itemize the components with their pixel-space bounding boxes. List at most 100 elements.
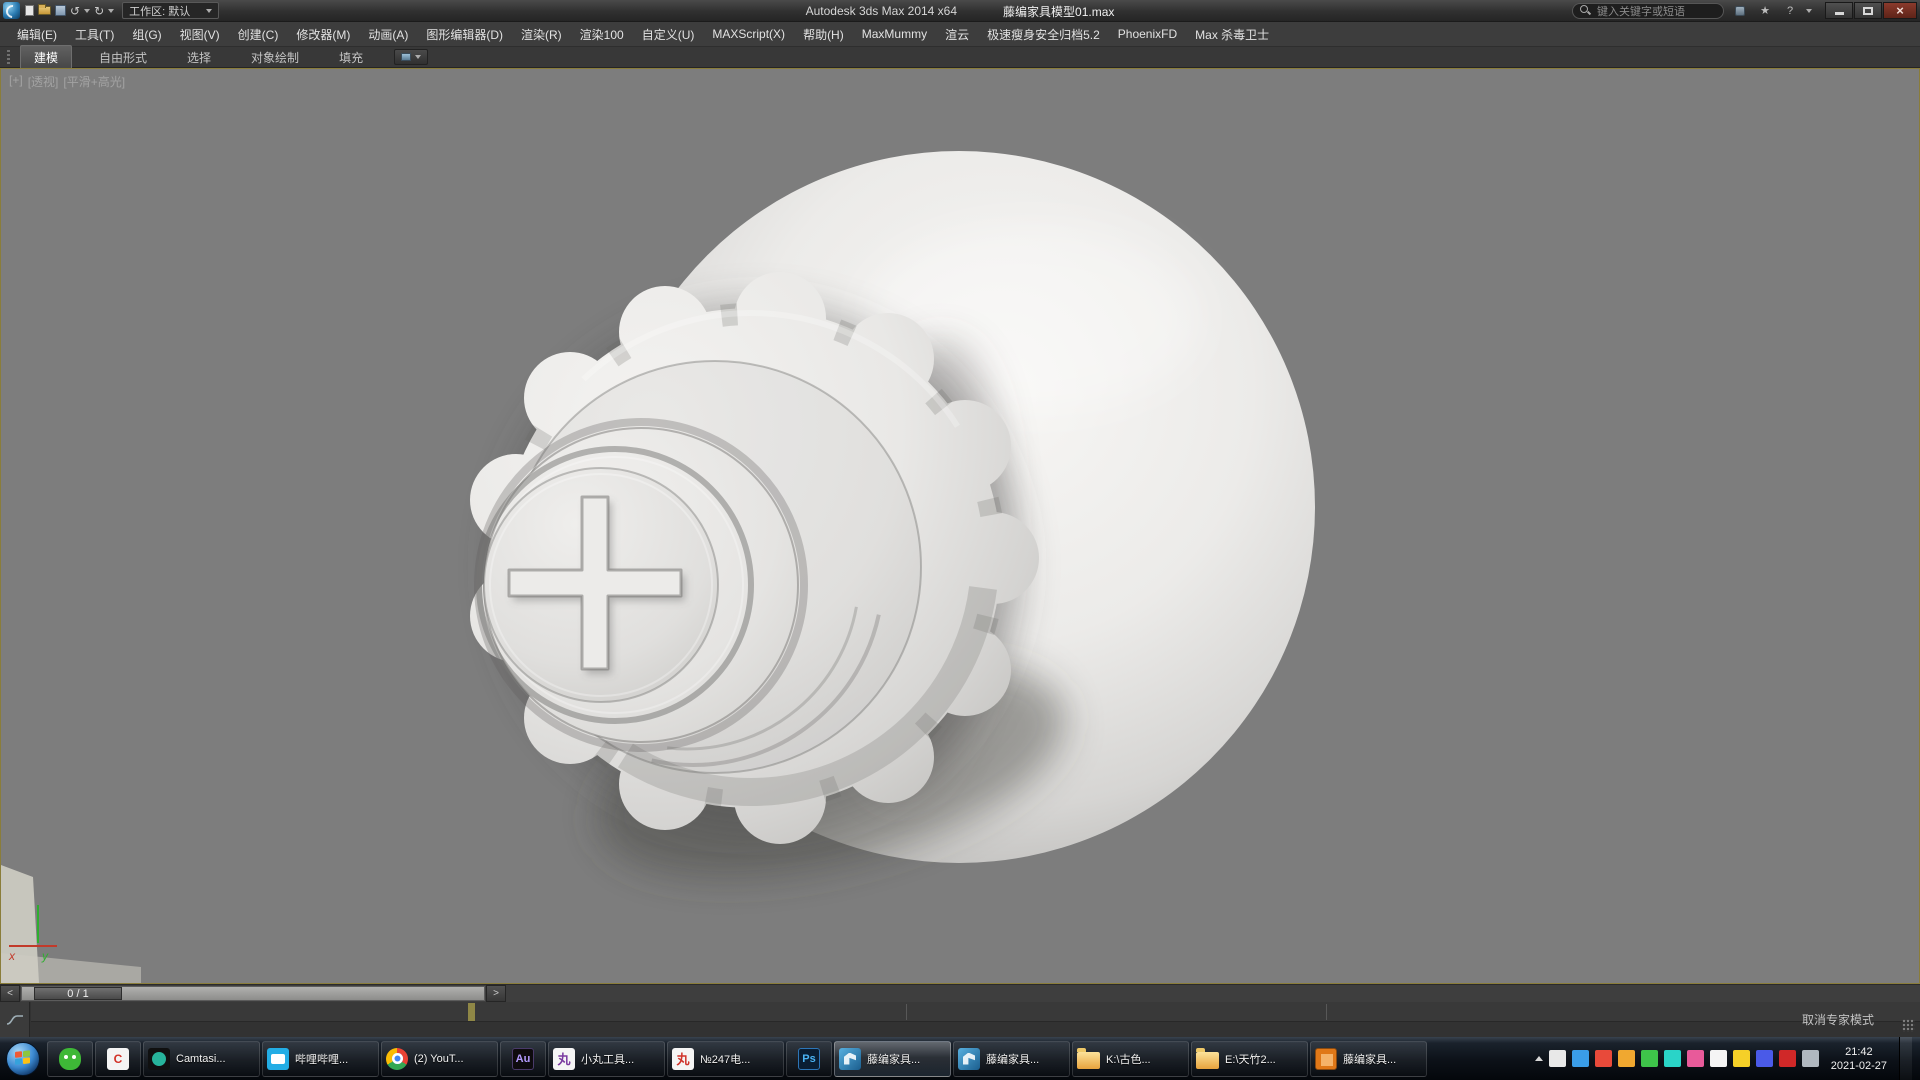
tray-icon[interactable] — [1618, 1050, 1635, 1067]
menu-item-renderbus[interactable]: 渲云 — [936, 23, 978, 46]
help-icon[interactable]: ? — [1781, 3, 1799, 19]
menu-item-maxscript[interactable]: MAXScript(X) — [703, 24, 794, 44]
tab-freeform[interactable]: 自由形式 — [86, 46, 160, 69]
menu-item-group[interactable]: 组(G) — [123, 23, 170, 46]
wechat-icon — [59, 1048, 81, 1070]
ribbon-display-toggle[interactable] — [394, 49, 428, 65]
menu-item-customize[interactable]: 自定义(U) — [633, 23, 704, 46]
task-c-app[interactable]: C — [95, 1041, 141, 1077]
3dsmax-logo[interactable] — [3, 2, 20, 19]
ribbon-tabs: 建模 自由形式 选择 对象绘制 填充 — [0, 46, 1920, 68]
task-folder-e[interactable]: E:\天竹2... — [1191, 1041, 1308, 1077]
c-app-icon: C — [107, 1048, 129, 1070]
curve-icon — [6, 1014, 24, 1026]
tray-icon[interactable] — [1756, 1050, 1773, 1067]
tray-icon[interactable] — [1710, 1050, 1727, 1067]
favorites-star-icon[interactable]: ★ — [1756, 3, 1774, 19]
task-max-orange[interactable]: 藤编家具... — [1310, 1041, 1427, 1077]
windows-logo-icon — [6, 1042, 40, 1076]
ribbon-grip-icon[interactable] — [7, 50, 10, 64]
task-chrome-youtube[interactable]: (2) YouT... — [381, 1041, 498, 1077]
task-xiaowan-tools[interactable]: 丸 小丸工具... — [548, 1041, 665, 1077]
menu-item-views[interactable]: 视图(V) — [171, 23, 229, 46]
current-frame-marker[interactable] — [468, 1003, 475, 1021]
show-desktop-button[interactable] — [1899, 1037, 1912, 1080]
time-slider-row: < 0 / 1 > — [0, 984, 1920, 1002]
task-3dsmax-1[interactable]: 藤编家具... — [834, 1041, 951, 1077]
task-bilibili[interactable]: 哔哩哔哩... — [262, 1041, 379, 1077]
close-button[interactable]: × — [1883, 2, 1917, 19]
time-slider-track[interactable]: 0 / 1 — [21, 986, 485, 1001]
viewport[interactable]: [+] [透视] [平滑+高光] x y — [0, 68, 1920, 984]
undo-history-caret-icon[interactable] — [84, 9, 90, 13]
tray-icon[interactable] — [1549, 1050, 1566, 1067]
tab-selection[interactable]: 选择 — [174, 46, 224, 69]
track-bar-ruler[interactable] — [31, 1002, 1920, 1022]
redo-icon[interactable]: ↻ — [94, 3, 104, 19]
open-file-icon[interactable] — [38, 3, 51, 19]
clock-time: 21:42 — [1845, 1045, 1873, 1059]
menu-item-tools[interactable]: 工具(T) — [66, 23, 123, 46]
tray-icon[interactable] — [1595, 1050, 1612, 1067]
help-caret-icon[interactable] — [1806, 9, 1812, 13]
menu-item-rendering[interactable]: 渲染(R) — [512, 23, 571, 46]
task-wechat[interactable] — [47, 1041, 93, 1077]
tray-icon[interactable] — [1641, 1050, 1658, 1067]
task-folder-k[interactable]: K:\古色... — [1072, 1041, 1189, 1077]
tab-modeling[interactable]: 建模 — [20, 45, 72, 69]
tab-object-paint[interactable]: 对象绘制 — [238, 46, 312, 69]
menu-item-help[interactable]: 帮助(H) — [794, 23, 853, 46]
3dsmax-icon — [839, 1048, 861, 1070]
menu-item-edit[interactable]: 编辑(E) — [8, 23, 66, 46]
menu-item-modifiers[interactable]: 修改器(M) — [287, 23, 359, 46]
tray-icon[interactable] — [1802, 1050, 1819, 1067]
tab-populate[interactable]: 填充 — [326, 46, 376, 69]
mini-curve-editor-button[interactable] — [0, 1002, 30, 1037]
viewport-menu-plus[interactable]: [+] — [9, 73, 23, 90]
chevron-down-icon — [206, 9, 212, 13]
search-placeholder: 键入关键字或短语 — [1597, 3, 1685, 19]
new-file-icon[interactable] — [25, 3, 34, 19]
menu-item-graph-editors[interactable]: 图形编辑器(D) — [417, 23, 512, 46]
clock[interactable]: 21:42 2021-02-27 — [1831, 1045, 1887, 1073]
start-button[interactable] — [0, 1037, 46, 1080]
previous-frame-button[interactable]: < — [0, 985, 20, 1002]
minimize-button[interactable] — [1825, 2, 1853, 19]
task-3dsmax-2[interactable]: 藤编家具... — [953, 1041, 1070, 1077]
tray-icon[interactable] — [1664, 1050, 1681, 1067]
tray-expand-icon[interactable] — [1535, 1056, 1543, 1061]
quick-access-toolbar: ↺ ↻ — [25, 3, 114, 19]
clock-date: 2021-02-27 — [1831, 1059, 1887, 1073]
viewport-menu-shading[interactable]: [平滑+高光] — [63, 73, 125, 90]
tray-icon[interactable] — [1779, 1050, 1796, 1067]
time-slider-handle[interactable]: 0 / 1 — [34, 987, 122, 1000]
communication-center-icon[interactable] — [1731, 3, 1749, 19]
save-file-icon[interactable] — [55, 3, 66, 19]
redo-history-caret-icon[interactable] — [108, 9, 114, 13]
search-input[interactable]: 键入关键字或短语 — [1572, 3, 1724, 19]
workspace-selector[interactable]: 工作区: 默认 — [122, 2, 219, 19]
menu-item-max-antivirus[interactable]: Max 杀毒卫士 — [1186, 23, 1278, 46]
menu-item-phoenixfd[interactable]: PhoenixFD — [1109, 24, 1186, 44]
maximize-button[interactable] — [1854, 2, 1882, 19]
menu-item-maxmummy[interactable]: MaxMummy — [853, 24, 936, 44]
menu-item-create[interactable]: 创建(C) — [229, 23, 288, 46]
app-title: Autodesk 3ds Max 2014 x64 — [806, 4, 957, 18]
next-frame-button[interactable]: > — [486, 985, 506, 1002]
tray-icon[interactable] — [1687, 1050, 1704, 1067]
tray-icon[interactable] — [1733, 1050, 1750, 1067]
task-audition[interactable]: Au — [500, 1041, 546, 1077]
tray-icon[interactable] — [1572, 1050, 1589, 1067]
axis-x-label: x — [9, 949, 15, 963]
menu-item-animation[interactable]: 动画(A) — [359, 23, 417, 46]
task-xiaowan-247[interactable]: 丸 №247电... — [667, 1041, 784, 1077]
cancel-expert-mode-link[interactable]: 取消专家模式 — [1802, 1002, 1874, 1037]
axis-x-line — [9, 945, 57, 947]
folder-icon — [1077, 1052, 1100, 1069]
viewport-menu-view[interactable]: [透视] — [28, 73, 59, 90]
menu-item-render100[interactable]: 渲染100 — [571, 23, 633, 46]
undo-icon[interactable]: ↺ — [70, 3, 80, 19]
menu-item-slim-archive[interactable]: 极速瘦身安全归档5.2 — [978, 23, 1109, 46]
task-camtasia[interactable]: Camtasi... — [143, 1041, 260, 1077]
task-photoshop[interactable]: Ps — [786, 1041, 832, 1077]
